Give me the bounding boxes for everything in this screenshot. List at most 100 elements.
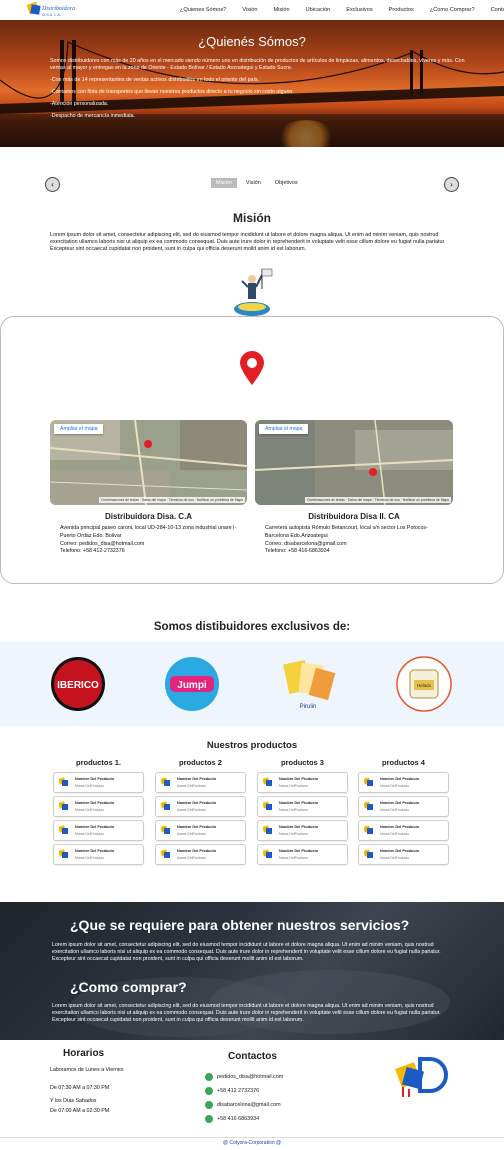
hero-section: ¿Quienés Sómos? Somos distribuidores con… — [0, 20, 504, 147]
contact-item[interactable]: pedidos_disa@hotmail.com — [205, 1073, 283, 1081]
product-card[interactable]: Nombre Del Producto Marca DelProducto — [53, 772, 144, 793]
store-1-email: Correo: pedidos_disa@hotmail.com — [60, 540, 145, 547]
contact-text: pedidos_disa@hotmail.com — [217, 1074, 284, 1080]
store-1-name: Distribuidora Disa. C.A — [104, 512, 193, 521]
product-name: Nombre Del Producto — [75, 825, 115, 829]
product-brand: Marca DelProducto — [380, 784, 410, 788]
carousel-next-button[interactable]: › — [444, 177, 459, 192]
nav-item[interactable]: Visión — [234, 7, 265, 13]
contact-item[interactable]: +58 412 2732376 — [205, 1087, 259, 1095]
product-card[interactable]: Nombre Del Producto Marca DelProducto — [358, 772, 449, 793]
product-brand: Marca DelProducto — [380, 808, 410, 812]
store-2-info: Carretera autopista Rómulo Betancourt, l… — [265, 525, 450, 556]
product-card[interactable]: Nombre Del Producto Marca DelProducto — [53, 844, 144, 865]
brand-pirulin-logo[interactable]: Pirulin — [282, 656, 338, 712]
hero-paragraph: -Contamos con flota de transportes que l… — [50, 89, 294, 95]
product-thumbnail — [161, 825, 170, 834]
map-expand-button[interactable]: Ampliar el mapa — [259, 424, 309, 434]
product-brand: Marca DelProducto — [279, 832, 309, 836]
brand-logo[interactable]: Distribuidora DI S.A. C.A. — [27, 1, 83, 18]
product-name: Nombre Del Producto — [75, 801, 115, 805]
brand-iberico-logo[interactable]: IBERICO — [50, 656, 106, 712]
requirements-section: ¿Que se requiere para obtener nuestros s… — [0, 902, 504, 1040]
product-brand: Marca DelProducto — [279, 856, 309, 860]
product-column-title: productos 3 — [281, 758, 324, 767]
product-card[interactable]: Nombre Del Producto Marca DelProducto — [155, 772, 246, 793]
tab-visión[interactable]: Visión — [241, 178, 266, 188]
product-column-title: productos 2 — [179, 758, 222, 767]
product-card[interactable]: Nombre Del Producto Marca DelProducto — [358, 844, 449, 865]
hours-saturday: Y los Días Sabados — [50, 1098, 97, 1104]
mision-illustration — [234, 268, 273, 316]
store-2-name: Distribuidora Disa II. CA — [308, 512, 400, 521]
product-thumbnail — [263, 849, 272, 858]
nav-item[interactable]: Misión — [265, 7, 297, 13]
product-brand: Marca DelProducto — [380, 856, 410, 860]
svg-text:Distribuidora: Distribuidora — [41, 6, 75, 12]
product-name: Nombre Del Producto — [279, 801, 319, 805]
brand-helado-logo[interactable]: Helado — [396, 656, 452, 712]
contact-text: +58 416 6863934 — [217, 1116, 260, 1122]
nav-item[interactable]: Productos — [381, 7, 422, 13]
hero-paragraph: -Con más de 14 representantes de ventas … — [50, 77, 260, 83]
product-card[interactable]: Nombre Del Producto Marca DelProducto — [155, 844, 246, 865]
hero-paragraph: -Atención personalizada. — [50, 101, 109, 107]
product-card[interactable]: Nombre Del Producto Marca DelProducto — [53, 820, 144, 841]
product-brand: Marca DelProducto — [75, 808, 105, 812]
brand-name: Pirulin — [300, 704, 317, 710]
product-card[interactable]: Nombre Del Producto Marca DelProducto — [257, 820, 348, 841]
mision-title: Misión — [233, 211, 271, 225]
product-card[interactable]: Nombre Del Producto Marca DelProducto — [155, 820, 246, 841]
product-card[interactable]: Nombre Del Producto Marca DelProducto — [358, 820, 449, 841]
product-card[interactable]: Nombre Del Producto Marca DelProducto — [257, 844, 348, 865]
products-title: Nuestros productos — [206, 740, 298, 751]
map-attribution[interactable]: Combinaciones de teclas · Datos del mapa… — [98, 497, 245, 503]
footer-divider — [0, 1137, 504, 1138]
store-1-phone: Telefono: +58 412-2732376 — [60, 548, 125, 555]
product-card[interactable]: Nombre Del Producto Marca DelProducto — [53, 796, 144, 817]
map-barcelona[interactable]: Ampliar el mapa Combinaciones de teclas … — [255, 420, 453, 505]
requirements-text: Lorem ipsum dolor sit amet, consectetur … — [52, 942, 441, 963]
copyright-link[interactable]: @ Cotyora-Corporation @ — [0, 1140, 504, 1146]
product-name: Nombre Del Producto — [177, 849, 217, 853]
product-thumbnail — [161, 801, 170, 810]
carousel-tabs: Misión Visión Objetivos — [211, 178, 303, 188]
store-2-phone: Telefono: +58 416-6863934 — [265, 548, 330, 555]
tab-misión[interactable]: Misión — [211, 178, 237, 188]
product-card[interactable]: Nombre Del Producto Marca DelProducto — [358, 796, 449, 817]
product-column-title: productos 4 — [382, 758, 425, 767]
product-thumbnail — [364, 825, 373, 834]
product-thumbnail — [161, 849, 170, 858]
product-thumbnail — [263, 801, 272, 810]
brand-name: Helado — [417, 683, 432, 688]
product-name: Nombre Del Producto — [75, 777, 115, 781]
product-thumbnail — [364, 777, 373, 786]
exclusives-title: Somos distibuidores exclusivos de: — [153, 621, 351, 633]
nav-item[interactable]: ¿Como Comprar? — [422, 7, 483, 13]
product-card[interactable]: Nombre Del Producto Marca DelProducto — [155, 796, 246, 817]
contact-item[interactable]: +58 416 6863934 — [205, 1115, 259, 1123]
nav-item[interactable]: ¿Quienes Sómos? — [172, 7, 234, 13]
product-card[interactable]: Nombre Del Producto Marca DelProducto — [257, 772, 348, 793]
product-card[interactable]: Nombre Del Producto Marca DelProducto — [257, 796, 348, 817]
map-puerto-ordaz[interactable]: Ampliar el mapa Combinaciones de teclas … — [50, 420, 247, 505]
footer-brand-logo — [395, 1057, 448, 1097]
carousel-prev-button[interactable]: ‹ — [45, 177, 60, 192]
product-thumbnail — [59, 825, 68, 834]
hours-days: Laboramos de Lunes a Viernes — [50, 1067, 124, 1073]
brand-jumpi-logo[interactable]: Jumpi — [164, 656, 220, 712]
tab-objetivos[interactable]: Objetivos — [270, 178, 303, 188]
nav-item[interactable]: Exclusivos — [338, 7, 380, 13]
product-brand: Marca DelProducto — [279, 808, 309, 812]
nav-item[interactable]: Contactanos — [483, 7, 504, 13]
nav-item[interactable]: Ubicación — [298, 7, 339, 13]
contact-text: disabarcelona@gmail.com — [217, 1102, 281, 1108]
product-brand: Marca DelProducto — [380, 832, 410, 836]
brand-name: Jumpi — [177, 680, 207, 691]
map-attribution[interactable]: Combinaciones de teclas · Datos del mapa… — [304, 497, 451, 503]
map-expand-button[interactable]: Ampliar el mapa — [54, 424, 104, 434]
brand-name: IBERICO — [57, 680, 99, 691]
product-column-title: productos 1. — [75, 758, 121, 767]
product-name: Nombre Del Producto — [380, 801, 420, 805]
contact-item[interactable]: disabarcelona@gmail.com — [205, 1101, 281, 1109]
